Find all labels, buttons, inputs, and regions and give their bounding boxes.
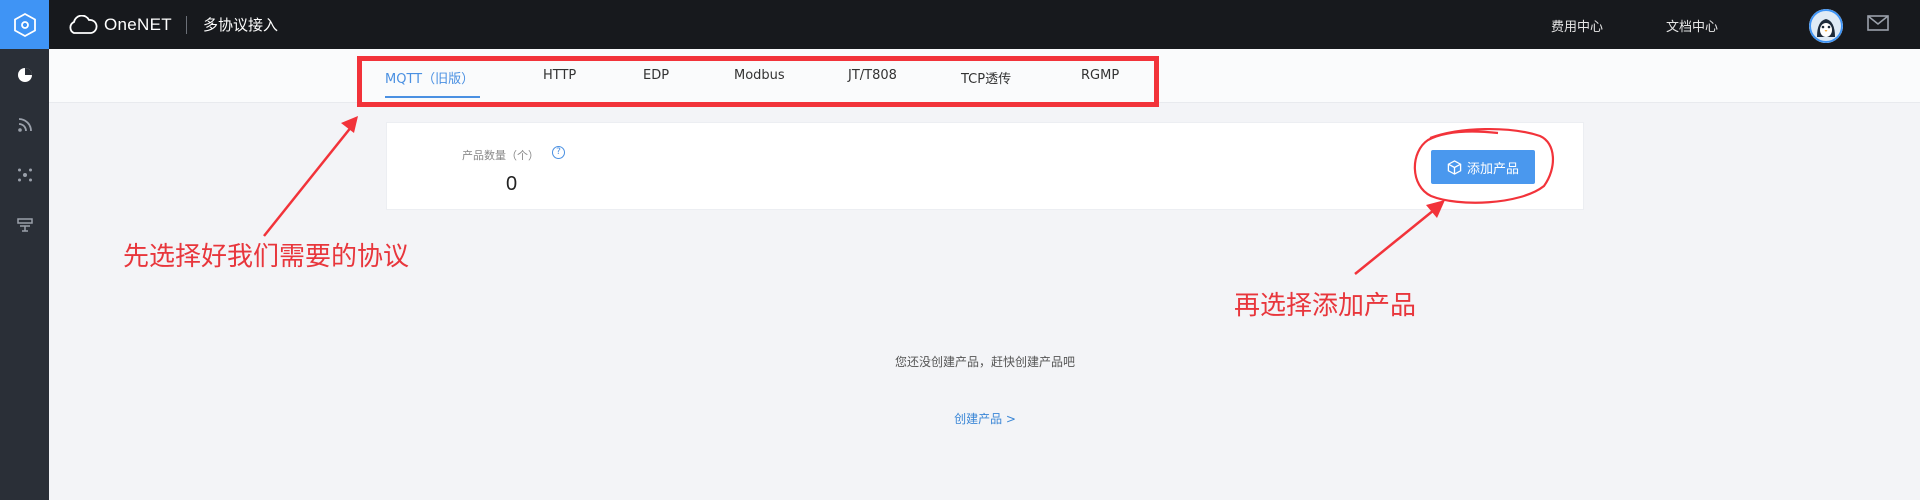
create-product-link[interactable]: 创建产品 > (0, 410, 1920, 427)
section-title: 多协议接入 (202, 16, 278, 34)
top-bar: OneNET 多协议接入 费用中心 文档中心 (49, 0, 1920, 49)
annotation-add-product: 再选择添加产品 (1234, 291, 1417, 321)
billing-center-link[interactable]: 费用中心 (1551, 16, 1603, 35)
empty-state-message: 您还没创建产品，赶快创建产品吧 (894, 355, 1075, 369)
signal-icon[interactable] (0, 110, 49, 140)
brand-divider (185, 15, 187, 34)
brand-name: OneNET (104, 14, 172, 34)
brand[interactable]: OneNET 多协议接入 (66, 0, 278, 49)
product-stats-card: 产品数量（个） ? 0 添加产品 (386, 122, 1584, 210)
nodes-icon[interactable] (0, 160, 49, 190)
tab-http[interactable]: HTTP (543, 68, 576, 83)
tab-edp[interactable]: EDP (643, 68, 669, 83)
tab-modbus[interactable]: Modbus (734, 68, 785, 83)
cube-icon (1447, 159, 1462, 175)
tab-tcp-passthrough[interactable]: TCP透传 (961, 68, 1011, 87)
product-count-value: 0 (506, 173, 518, 195)
mail-icon[interactable] (1867, 15, 1889, 35)
avatar[interactable] (1809, 9, 1843, 43)
product-count-label: 产品数量（个） (462, 149, 539, 162)
tab-mqtt[interactable]: MQTT（旧版） (385, 68, 474, 87)
active-tab-indicator (385, 96, 480, 98)
tab-rgmp[interactable]: RGMP (1081, 68, 1119, 83)
device-icon[interactable] (0, 210, 49, 240)
tab-jtt808[interactable]: JT/T808 (848, 68, 897, 83)
help-icon[interactable]: ? (552, 146, 565, 159)
dashboard-pie-icon[interactable] (0, 60, 49, 90)
annotation-choose-protocol: 先选择好我们需要的协议 (123, 242, 410, 272)
add-product-label: 添加产品 (1466, 161, 1519, 177)
protocol-tabs: MQTT（旧版） HTTP EDP Modbus JT/T808 TCP透传 R… (49, 49, 1920, 103)
onenet-logo-icon[interactable] (0, 0, 49, 49)
docs-center-link[interactable]: 文档中心 (1666, 16, 1718, 35)
add-product-button[interactable]: 添加产品 (1431, 150, 1535, 184)
cloud-icon (69, 14, 98, 34)
